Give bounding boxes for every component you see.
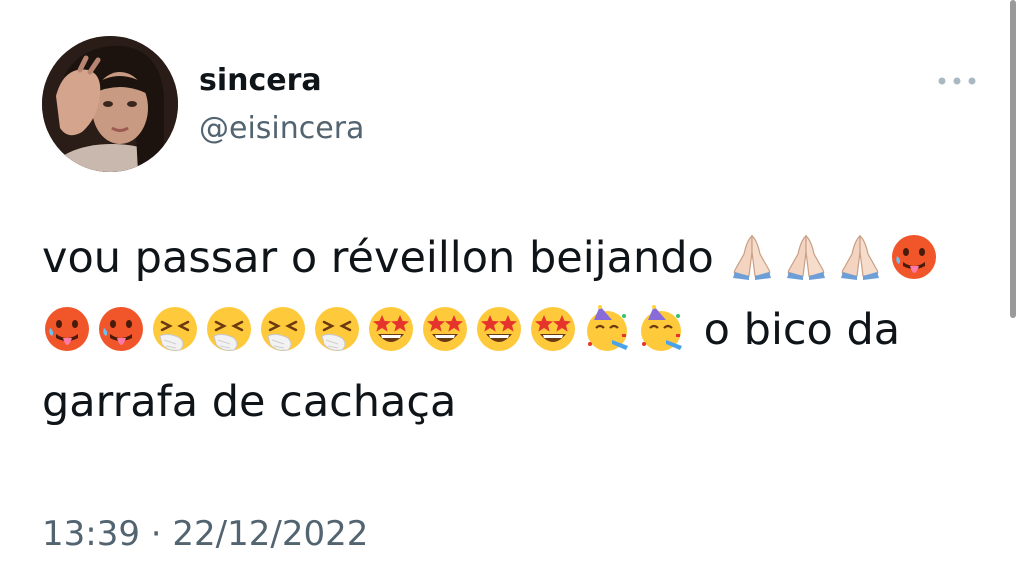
more-options-icon[interactable]	[934, 66, 980, 96]
scrollbar[interactable]	[1010, 0, 1016, 318]
sneezing-face-icon	[312, 304, 362, 354]
folded-hands-icon	[727, 232, 777, 282]
folded-hands-icon	[781, 232, 831, 282]
tweet-text-part: vou passar o réveillon beijando	[42, 233, 728, 283]
hot-face-icon	[96, 304, 146, 354]
star-struck-icon	[420, 304, 470, 354]
tweet-text: vou passar o réveillon beijando o bico d…	[42, 222, 972, 438]
folded-hands-icon	[835, 232, 885, 282]
star-struck-icon	[528, 304, 578, 354]
author-handle[interactable]: @eisincera	[199, 110, 364, 148]
partying-face-icon	[636, 304, 686, 354]
tweet-timestamp[interactable]: 13:39 · 22/12/2022	[42, 512, 368, 556]
partying-face-icon	[582, 304, 632, 354]
hot-face-icon	[889, 232, 939, 282]
tweet-card: sincera @eisincera vou passar o réveillo…	[0, 0, 1024, 588]
sneezing-face-icon	[258, 304, 308, 354]
sneezing-face-icon	[150, 304, 200, 354]
star-struck-icon	[366, 304, 416, 354]
hot-face-icon	[42, 304, 92, 354]
author-name[interactable]: sincera	[199, 62, 322, 100]
avatar[interactable]	[42, 36, 178, 172]
star-struck-icon	[474, 304, 524, 354]
sneezing-face-icon	[204, 304, 254, 354]
